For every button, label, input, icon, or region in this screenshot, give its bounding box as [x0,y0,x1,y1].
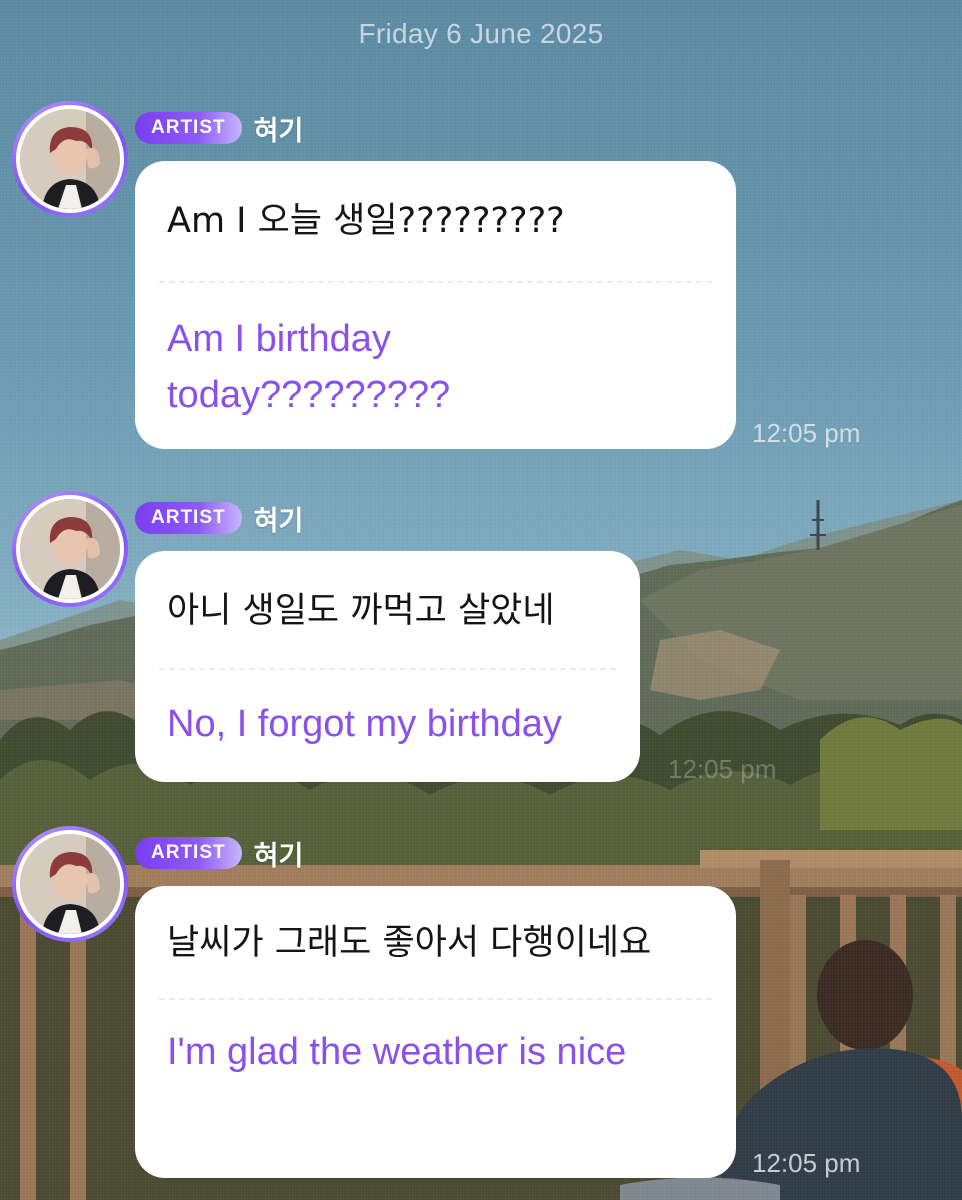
artist-avatar[interactable] [12,826,128,942]
artist-badge: ARTIST [135,112,242,144]
date-divider: Friday 6 June 2025 [358,18,604,49]
message-sender-row: ARTIST 혀기 [135,501,304,537]
message-original-text: Am I 오늘 생일????????? [167,201,565,241]
message-original-text: 날씨가 그래도 좋아서 다행이네요 [167,923,652,963]
artist-badge: ARTIST [135,837,242,869]
message-translation-text: No, I forgot my birthday [167,703,562,745]
profile-photo-icon [20,499,120,599]
message-timestamp: 12:05 pm [752,1148,861,1178]
message-sender-row: ARTIST 혀기 [135,111,304,147]
sender-name: 혀기 [253,840,304,872]
message-bubble[interactable]: 날씨가 그래도 좋아서 다행이네요 I'm glad the weather i… [135,886,736,1178]
sender-name: 혀기 [253,115,304,147]
artist-badge: ARTIST [135,502,242,534]
message-translation-text: Am I birthday today????????? [167,318,451,416]
message-sender-row: ARTIST 혀기 [135,836,304,872]
sender-name: 혀기 [253,505,304,537]
artist-avatar[interactable] [12,101,128,217]
message-timestamp: 12:05 pm [752,418,861,448]
message-bubble[interactable]: 아니 생일도 까먹고 살았네 No, I forgot my birthday [135,551,640,782]
message-original-text: 아니 생일도 까먹고 살았네 [167,591,555,631]
message-translation-text: I'm glad the weather is nice [167,1031,627,1073]
message-timestamp: 12:05 pm [668,754,777,784]
artist-avatar[interactable] [12,491,128,607]
profile-photo-icon [20,834,120,934]
profile-photo-icon [20,109,120,209]
message-bubble[interactable]: Am I 오늘 생일????????? Am I birthday today?… [135,161,736,449]
